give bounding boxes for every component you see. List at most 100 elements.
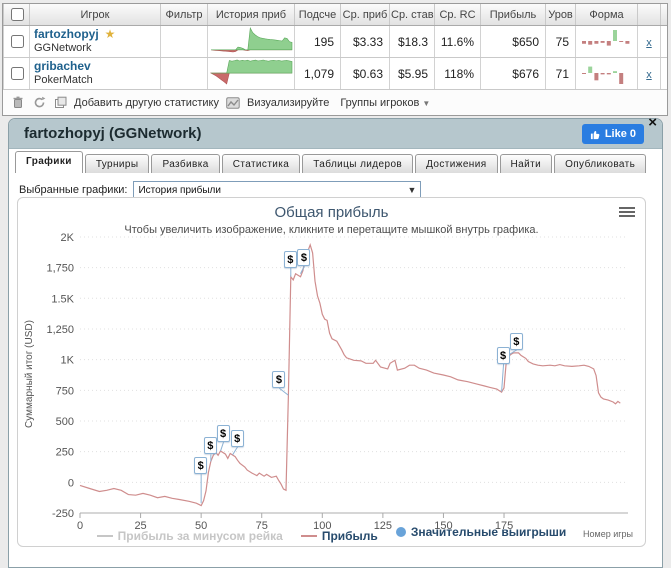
chevron-down-icon: ▼: [422, 98, 431, 108]
col-header-avg-rc[interactable]: Ср. RC: [434, 4, 481, 26]
filter-cell[interactable]: [160, 57, 208, 90]
count-cell: 195: [294, 25, 341, 58]
select-all-checkbox[interactable]: [10, 8, 24, 21]
significant-win-flag[interactable]: $: [496, 346, 510, 364]
row-checkbox[interactable]: [10, 35, 24, 48]
panel-tabs: Графики Турниры Разбивка Статистика Таблицы …: [15, 151, 647, 173]
profit-line-series: [79, 243, 621, 507]
y-tick-label: 500: [56, 416, 74, 428]
legend-label: Прибыль за минусом рейка: [117, 529, 283, 543]
player-panel: fartozhopyj (GGNetwork) Like 0 × Графики…: [8, 115, 663, 568]
legend-item[interactable]: Прибыль за минусом рейка: [96, 529, 283, 543]
close-icon[interactable]: ×: [648, 115, 657, 130]
player-groups-dropdown[interactable]: Группы игроков ▼: [340, 97, 430, 109]
form-minichart: [581, 66, 623, 84]
filter-cell[interactable]: [160, 25, 208, 58]
legend-item[interactable]: Прибыль: [300, 529, 378, 543]
col-header-level[interactable]: Уров: [545, 4, 576, 26]
col-header-filter[interactable]: Фильтр: [160, 4, 208, 26]
star-badge-icon: ★: [104, 27, 116, 41]
y-tick-label: 1.5K: [51, 293, 74, 305]
avg-rc-cell: 11.6%: [434, 25, 481, 58]
legend-dot-icon: [395, 527, 406, 537]
significant-win-flag[interactable]: $: [216, 425, 230, 443]
legend-label: Прибыль: [321, 529, 378, 543]
y-tick-label: 1,250: [46, 324, 74, 336]
significant-win-flag[interactable]: $: [283, 250, 297, 268]
col-header-profit[interactable]: Прибыль: [480, 4, 546, 26]
legend-line-icon: [96, 535, 113, 537]
x-axis-title: Номер игры: [583, 529, 633, 539]
col-header-count[interactable]: Подсче: [294, 4, 341, 26]
chart-selector-label: Выбранные графики:: [19, 184, 128, 196]
chart-subtitle: Чтобы увеличить изображение, кликните и …: [124, 224, 539, 236]
table-header-row: Игрок Фильтр История приб Подсче Ср. при…: [3, 4, 667, 26]
y-tick-label: 1K: [61, 355, 75, 367]
profit-chart[interactable]: 2K 1,750 1.5K 1,250 1K 750 500 250 0 -250 0 25 50 75 1…: [17, 197, 646, 547]
table-row: fartozhopyj ★ GGNetwork 195 $3.33 $18.3 1…: [3, 25, 667, 58]
col-header-form[interactable]: Форма: [575, 4, 638, 26]
tab-6[interactable]: Достижения: [415, 154, 498, 173]
avg-stake-cell: $5.95: [389, 57, 435, 90]
tab-5[interactable]: Таблицы лидеров: [302, 154, 414, 173]
panel-title: fartozhopyj (GGNetwork): [24, 125, 202, 142]
significant-win-flag[interactable]: $: [272, 371, 286, 389]
add-statistic-link[interactable]: Добавить другую статистику: [74, 97, 219, 109]
col-header-avg-stake[interactable]: Ср. став: [389, 4, 435, 26]
avg-profit-cell: $3.33: [340, 25, 390, 58]
profit-history-sparkline[interactable]: [209, 58, 294, 86]
avg-stake-cell: $18.3: [389, 25, 435, 58]
chart-legend: Прибыль за минусом рейка Прибыль Значитель…: [18, 525, 645, 543]
add-statistic-icon[interactable]: [53, 96, 67, 110]
trash-icon[interactable]: [11, 96, 25, 110]
remove-row-link[interactable]: x: [646, 37, 652, 49]
significant-win-flag[interactable]: $: [509, 332, 523, 350]
refresh-icon[interactable]: [32, 96, 46, 110]
legend-item[interactable]: Значительные выигрыши: [395, 525, 567, 539]
chart-title: Общая прибыль: [274, 204, 389, 221]
player-link[interactable]: gribachev: [34, 59, 91, 73]
avg-rc-cell: 118%: [434, 57, 481, 90]
tab-8[interactable]: Опубликовать: [554, 154, 647, 173]
stats-table-container: Игрок Фильтр История приб Подсче Ср. при…: [2, 3, 668, 116]
profit-history-sparkline[interactable]: [209, 26, 294, 54]
table-row: gribachev PokerMatch 1,079 $0.63 $5.95 1…: [3, 57, 667, 90]
tab-1[interactable]: Графики: [15, 151, 83, 173]
tab-4[interactable]: Статистика: [221, 154, 301, 173]
stats-table: Игрок Фильтр История приб Подсче Ср. при…: [3, 4, 667, 90]
y-tick-label: 250: [56, 447, 74, 459]
significant-win-flag[interactable]: $: [194, 457, 208, 475]
col-header-avg-profit[interactable]: Ср. приб: [340, 4, 390, 26]
form-minichart: [581, 30, 629, 46]
y-axis-title: Суммарный итог (USD): [24, 320, 35, 428]
tab-2[interactable]: Турниры: [84, 154, 150, 173]
chart-plot-area: 2K1,7501.5K1,2501K7505002500-2500 25 50 75 1…: [24, 232, 628, 532]
legend-label: Значительные выигрыши: [410, 525, 567, 539]
avg-profit-cell: $0.63: [340, 57, 390, 90]
level-cell: 71: [545, 57, 576, 90]
profit-cell: $650: [480, 25, 546, 58]
tab-3[interactable]: Разбивка: [151, 154, 220, 173]
row-checkbox[interactable]: [10, 67, 24, 80]
chart-menu-icon[interactable]: [619, 207, 635, 219]
y-tick-label: 0: [68, 477, 74, 489]
significant-win-flag[interactable]: $: [230, 429, 244, 447]
visualize-icon[interactable]: [226, 96, 240, 110]
visualize-link[interactable]: Визуализируйте: [247, 97, 329, 109]
remove-row-link[interactable]: x: [646, 69, 652, 81]
count-cell: 1,079: [294, 57, 341, 90]
chevron-down-icon: ▼: [407, 185, 417, 195]
tab-7[interactable]: Найти: [499, 154, 553, 173]
significant-win-flag[interactable]: $: [297, 248, 311, 266]
player-network: GGNetwork: [34, 42, 92, 54]
col-header-history[interactable]: История приб: [207, 4, 295, 26]
facebook-like-button[interactable]: Like 0: [581, 124, 644, 144]
player-network: PokerMatch: [34, 74, 93, 86]
table-toolbar: Добавить другую статистику Визуализируйт…: [3, 90, 667, 115]
player-link[interactable]: fartozhopyj: [34, 27, 99, 41]
col-header-player[interactable]: Игрок: [29, 4, 161, 26]
panel-header: fartozhopyj (GGNetwork) Like 0 ×: [9, 115, 662, 149]
y-tick-label: 1,750: [46, 263, 74, 275]
profit-cell: $676: [480, 57, 546, 90]
significant-win-flag[interactable]: $: [203, 437, 217, 455]
